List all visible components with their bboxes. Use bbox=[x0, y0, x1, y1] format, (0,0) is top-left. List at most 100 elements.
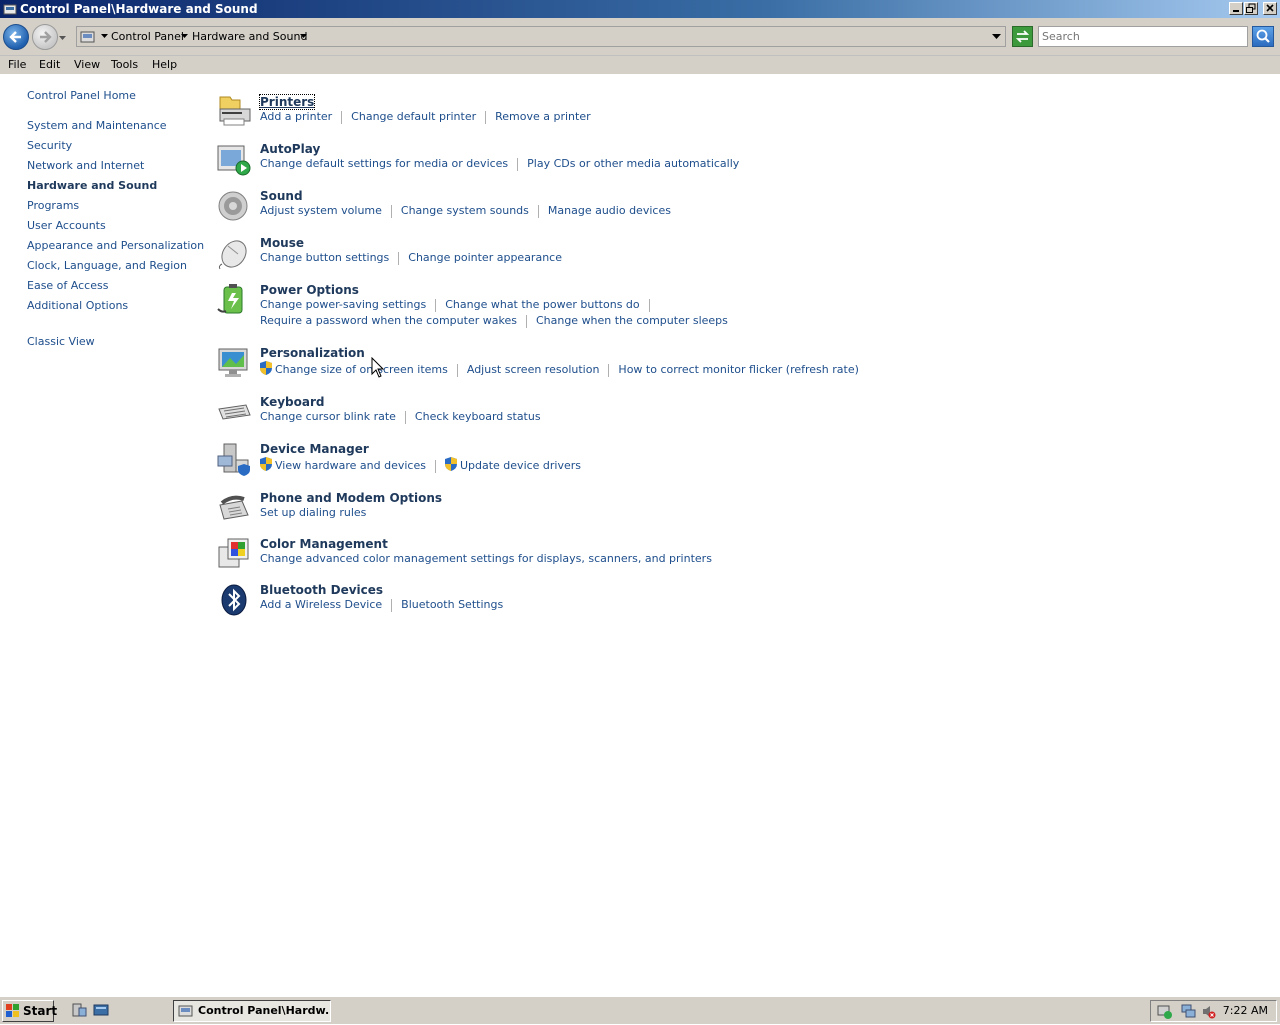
task-link[interactable]: Change when the computer sleeps bbox=[536, 314, 728, 327]
task-link-with-shield[interactable]: Change size of on-screen items bbox=[260, 361, 448, 376]
address-toolbar: Control Panel Hardware and Sound bbox=[0, 18, 1280, 56]
task-link[interactable]: Play CDs or other media automatically bbox=[527, 157, 739, 170]
refresh-button[interactable] bbox=[1012, 26, 1033, 47]
control-panel-home-link[interactable]: Control Panel Home bbox=[27, 89, 136, 102]
chevron-down-icon[interactable] bbox=[181, 34, 188, 39]
divider bbox=[608, 363, 610, 377]
menu-file[interactable]: File bbox=[8, 58, 26, 71]
taskbar: Start Control Panel\Hardw... 7:22 AM bbox=[0, 996, 1280, 1024]
security-center-icon[interactable] bbox=[1157, 1004, 1172, 1019]
show-desktop-icon[interactable] bbox=[93, 1002, 109, 1018]
task-link[interactable]: Remove a printer bbox=[495, 110, 591, 123]
category-title[interactable]: Bluetooth Devices bbox=[260, 583, 383, 597]
nav-appearance-and-personalization[interactable]: Appearance and Personalization bbox=[27, 239, 204, 252]
taskbar-button-control-panel[interactable]: Control Panel\Hardw... bbox=[173, 1000, 331, 1022]
category-title[interactable]: Device Manager bbox=[260, 442, 369, 456]
task-link[interactable]: Check keyboard status bbox=[415, 410, 541, 423]
breadcrumb-hardware-and-sound[interactable]: Hardware and Sound bbox=[192, 30, 307, 43]
recent-pages-dropdown-icon[interactable] bbox=[59, 34, 66, 42]
speaker-icon bbox=[218, 191, 248, 221]
task-link[interactable]: Change power-saving settings bbox=[260, 298, 426, 311]
nav-ease-of-access[interactable]: Ease of Access bbox=[27, 279, 108, 292]
divider bbox=[456, 363, 458, 377]
category-title[interactable]: Mouse bbox=[260, 236, 304, 250]
divider bbox=[648, 298, 650, 312]
minimize-button[interactable] bbox=[1229, 2, 1243, 15]
clock[interactable]: 7:22 AM bbox=[1223, 1004, 1268, 1017]
category-title[interactable]: Printers bbox=[258, 94, 316, 110]
nav-system-and-maintenance[interactable]: System and Maintenance bbox=[27, 119, 167, 132]
task-link[interactable]: Require a password when the computer wak… bbox=[260, 314, 517, 327]
window-title: Control Panel\Hardware and Sound bbox=[20, 2, 258, 16]
nav-clock-language-and-region[interactable]: Clock, Language, and Region bbox=[27, 259, 187, 272]
task-link[interactable]: Change pointer appearance bbox=[408, 251, 562, 264]
divider bbox=[398, 251, 400, 265]
task-link[interactable]: Change default printer bbox=[351, 110, 476, 123]
nav-network-and-internet[interactable]: Network and Internet bbox=[27, 159, 144, 172]
menu-help[interactable]: Help bbox=[152, 58, 177, 71]
address-history-dropdown-icon[interactable] bbox=[992, 34, 1001, 40]
monitor-icon bbox=[218, 348, 248, 377]
task-links: Add a printer Change default printer Remov… bbox=[260, 110, 591, 126]
category-title[interactable]: Power Options bbox=[260, 283, 359, 297]
task-link[interactable]: Add a printer bbox=[260, 110, 332, 123]
task-link[interactable]: Change button settings bbox=[260, 251, 389, 264]
menu-tools[interactable]: Tools bbox=[111, 58, 138, 71]
control-panel-icon bbox=[80, 31, 95, 43]
search-button[interactable] bbox=[1252, 26, 1274, 47]
title-bar[interactable]: Control Panel\Hardware and Sound bbox=[0, 0, 1280, 18]
nav-security[interactable]: Security bbox=[27, 139, 72, 152]
classic-view-link[interactable]: Classic View bbox=[27, 335, 95, 348]
task-link[interactable]: Change advanced color management setting… bbox=[260, 552, 712, 565]
notification-area: 7:22 AM bbox=[1150, 1000, 1277, 1022]
device-manager-icon bbox=[217, 443, 250, 476]
task-link-with-shield[interactable]: Update device drivers bbox=[444, 457, 581, 472]
task-link[interactable]: Bluetooth Settings bbox=[401, 598, 503, 611]
server-manager-icon[interactable] bbox=[71, 1002, 87, 1018]
task-link[interactable]: Change what the power buttons do bbox=[445, 298, 639, 311]
task-link-with-shield[interactable]: View hardware and devices bbox=[260, 457, 426, 472]
search-input[interactable] bbox=[1038, 26, 1248, 47]
volume-muted-icon[interactable] bbox=[1201, 1004, 1216, 1019]
task-link[interactable]: Add a Wireless Device bbox=[260, 598, 382, 611]
task-link[interactable]: Adjust screen resolution bbox=[467, 363, 600, 376]
start-label: Start bbox=[23, 1004, 58, 1018]
category-title[interactable]: AutoPlay bbox=[260, 142, 320, 156]
category-title[interactable]: Keyboard bbox=[260, 395, 325, 409]
chevron-down-icon[interactable] bbox=[300, 34, 307, 39]
address-bar[interactable]: Control Panel Hardware and Sound bbox=[76, 26, 1006, 47]
restore-button[interactable] bbox=[1244, 2, 1258, 15]
category-title[interactable]: Sound bbox=[260, 189, 303, 203]
task-link[interactable]: Change default settings for media or dev… bbox=[260, 157, 508, 170]
nav-user-accounts[interactable]: User Accounts bbox=[27, 219, 106, 232]
nav-hardware-and-sound[interactable]: Hardware and Sound bbox=[27, 179, 157, 192]
task-link[interactable]: Manage audio devices bbox=[548, 204, 671, 217]
nav-additional-options[interactable]: Additional Options bbox=[27, 299, 128, 312]
back-button[interactable] bbox=[3, 24, 29, 50]
menu-bar: File Edit View Tools Help bbox=[0, 56, 1280, 74]
task-link[interactable]: Adjust system volume bbox=[260, 204, 382, 217]
breadcrumb-control-panel[interactable]: Control Panel bbox=[111, 30, 184, 43]
menu-view[interactable]: View bbox=[74, 58, 100, 71]
task-link[interactable]: Change system sounds bbox=[401, 204, 529, 217]
network-icon[interactable] bbox=[1181, 1004, 1196, 1019]
refresh-icon bbox=[1015, 30, 1030, 43]
menu-edit[interactable]: Edit bbox=[39, 58, 60, 71]
uac-shield-icon bbox=[260, 361, 272, 375]
start-button[interactable]: Start bbox=[2, 1000, 58, 1022]
control-panel-window: Control Panel\Hardware and Sound Control… bbox=[0, 0, 1280, 996]
task-link[interactable]: Change cursor blink rate bbox=[260, 410, 396, 423]
uac-shield-icon bbox=[444, 457, 457, 471]
chevron-down-icon[interactable] bbox=[101, 34, 108, 39]
autoplay-icon bbox=[217, 145, 251, 176]
task-label: View hardware and devices bbox=[275, 459, 426, 472]
nav-programs[interactable]: Programs bbox=[27, 199, 79, 212]
category-title[interactable]: Color Management bbox=[260, 537, 388, 551]
category-title[interactable]: Phone and Modem Options bbox=[260, 491, 442, 505]
forward-button[interactable] bbox=[32, 24, 58, 50]
close-button[interactable] bbox=[1263, 2, 1277, 15]
task-links: Change size of on-screen items Adjust scr… bbox=[260, 361, 859, 377]
category-title[interactable]: Personalization bbox=[260, 346, 365, 360]
task-link[interactable]: How to correct monitor flicker (refresh … bbox=[618, 363, 858, 376]
task-link[interactable]: Set up dialing rules bbox=[260, 506, 366, 519]
